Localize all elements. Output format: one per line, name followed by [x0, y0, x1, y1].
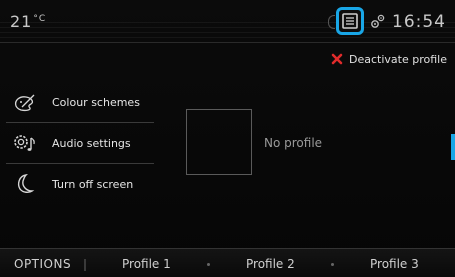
palette-icon: [14, 94, 35, 112]
moon-icon: [17, 174, 35, 194]
tab-separator-dot: [207, 263, 210, 266]
tab-options[interactable]: OPTIONS: [14, 257, 71, 271]
menu-item-turn-off-screen[interactable]: Turn off screen: [6, 164, 154, 204]
tab-profile-1[interactable]: Profile 1: [122, 257, 171, 271]
menu-item-colour-schemes[interactable]: Colour schemes: [6, 82, 154, 123]
options-menu: Colour schemes Audio settings Turn off s…: [6, 82, 154, 204]
status-bar-texture: [0, 18, 455, 42]
close-icon: [331, 53, 343, 65]
tab-separator-dot: [331, 263, 334, 266]
menu-item-label: Colour schemes: [52, 95, 140, 109]
temperature-display: 21°C: [10, 12, 46, 31]
menu-item-label: Turn off screen: [52, 177, 134, 191]
profiles-button[interactable]: [336, 7, 364, 35]
profile-status-text: No profile: [264, 136, 323, 150]
clock: 16:54: [392, 12, 446, 32]
tab-divider: [84, 259, 86, 271]
tab-profile-2[interactable]: Profile 2: [246, 257, 295, 271]
profile-image-placeholder[interactable]: [186, 109, 252, 175]
audio-settings-icon: [14, 135, 35, 151]
status-bar: 21°C 16:54: [0, 0, 455, 43]
deactivate-profile-button[interactable]: Deactivate profile: [331, 51, 447, 67]
settings-gears-icon[interactable]: [370, 13, 386, 29]
deactivate-profile-label: Deactivate profile: [349, 52, 447, 66]
profile-card-icon: [342, 13, 358, 29]
bottom-tab-bar: OPTIONS Profile 1 Profile 2 Profile 3: [0, 248, 455, 277]
temperature-value: 21: [10, 12, 33, 31]
screen: 21°C 16:54 Deactivate profile Colour sch…: [0, 0, 455, 277]
phone-icon: [328, 15, 335, 29]
menu-item-label: Audio settings: [52, 136, 131, 150]
menu-item-audio-settings[interactable]: Audio settings: [6, 123, 154, 164]
temperature-unit: °C: [33, 13, 47, 24]
side-scroll-indicator[interactable]: [451, 134, 455, 160]
tab-profile-3[interactable]: Profile 3: [370, 257, 419, 271]
